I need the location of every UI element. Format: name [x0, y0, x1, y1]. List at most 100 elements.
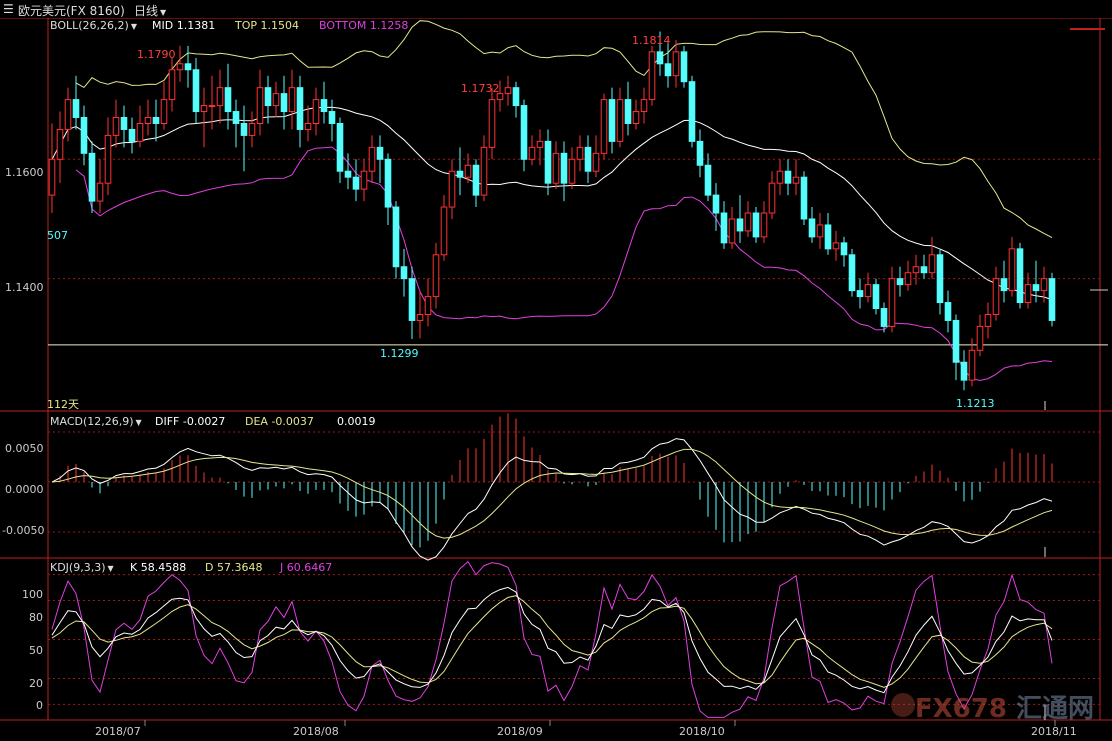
candle-body [560, 152, 568, 184]
candle-body [944, 302, 952, 321]
candle-body [568, 158, 576, 184]
macd-indicator-selector[interactable]: MACD(12,26,9) ▼ [50, 415, 142, 428]
candle-body [392, 206, 400, 268]
candle-body [632, 111, 640, 124]
candle-body [744, 212, 752, 232]
candle-body [1048, 278, 1056, 321]
candle-body [792, 176, 800, 184]
candle-body [344, 170, 352, 178]
kdj-k-line [51, 586, 1053, 694]
candle-body [48, 158, 56, 196]
candlestick-chart[interactable] [0, 0, 1112, 741]
candle-body [144, 117, 152, 124]
candle-body [248, 122, 256, 136]
candle-body [808, 218, 816, 238]
chevron-down-icon: ▼ [130, 22, 137, 31]
candle-body [856, 290, 864, 298]
candle-body [80, 117, 88, 154]
candle-body [840, 242, 848, 256]
candle-body [72, 99, 80, 119]
boll-top-line [75, 20, 1053, 239]
candle-body [128, 128, 136, 142]
macd-dea-line [51, 448, 1053, 539]
candle-body [408, 278, 416, 321]
watermark-emblem-icon [891, 693, 915, 717]
candle-body [328, 111, 336, 124]
candle-body [624, 99, 632, 124]
candle-body [336, 122, 344, 172]
candle-body [848, 254, 856, 292]
candle-body [512, 87, 520, 107]
candle-body [784, 170, 792, 184]
candle-body [592, 152, 600, 172]
candle-body [752, 212, 760, 238]
candle-body [472, 164, 480, 196]
candle-body [704, 164, 712, 196]
period-selector[interactable]: 日线 ▼ [134, 2, 166, 19]
candle-body [304, 122, 312, 130]
candle-body [360, 170, 368, 190]
price-tick-label: 1.1400 [5, 281, 44, 294]
candle-body [880, 308, 888, 327]
time-axis-label: 2018/07 [95, 725, 141, 738]
candle-body [640, 99, 648, 113]
time-axis-label: 2018/09 [497, 725, 543, 738]
candle-body [136, 122, 144, 142]
candle-body [976, 325, 984, 351]
candle-body [824, 224, 832, 250]
candle-body [288, 87, 296, 113]
kdj-tick-label: 20 [29, 677, 43, 690]
high-annotation: 1.1732 [461, 82, 500, 95]
candle-body [768, 182, 776, 214]
candle-body [608, 99, 616, 142]
candle-body [584, 146, 592, 172]
symbol-label[interactable]: 欧元美元(FX 8160) [18, 2, 125, 19]
candle-body [696, 140, 704, 166]
candle-body [552, 152, 560, 184]
candle-body [400, 266, 408, 280]
candle-body [920, 266, 928, 274]
candle-body [192, 69, 200, 113]
macd-diff-label: DIFF -0.0027 [155, 415, 226, 428]
candle-body [952, 319, 960, 363]
low-annotation: 1.1213 [956, 397, 995, 410]
kdj-indicator-selector[interactable]: KDJ(9,3,3) ▼ [50, 561, 114, 574]
candle-body [1024, 284, 1032, 304]
candle-body [448, 170, 456, 208]
candle-body [544, 140, 552, 184]
kdj-tick-label: 50 [29, 644, 43, 657]
candle-body [368, 146, 376, 172]
high-annotation: 1.1790 [137, 48, 176, 61]
candle-body [384, 158, 392, 208]
candle-body [648, 51, 656, 101]
candle-body [424, 296, 432, 315]
candle-body [56, 128, 64, 160]
candle-body [888, 278, 896, 327]
boll-bottom-label: BOTTOM 1.1258 [319, 19, 409, 32]
watermark-text: FX678 [914, 694, 1007, 724]
candle-body [528, 146, 536, 160]
high-annotation: 1.1814 [632, 34, 671, 47]
time-axis-label: 2018/11 [1031, 725, 1077, 738]
candle-body [152, 117, 160, 124]
kdj-tick-label: 0 [36, 699, 43, 712]
boll-mid-label: MID 1.1381 [152, 19, 216, 32]
boll-indicator-selector[interactable]: BOLL(26,26,2) ▼ [50, 19, 137, 32]
candle-body [64, 99, 72, 130]
candle-body [112, 117, 120, 136]
macd-tick-label: 0.0000 [5, 483, 44, 496]
menu-icon[interactable]: ☰ [3, 2, 14, 16]
candle-body [712, 194, 720, 214]
candle-body [160, 99, 168, 124]
macd-diff-line [51, 438, 1053, 561]
candle-body [800, 176, 808, 220]
days-count-label: 112天 [47, 398, 79, 411]
candle-body [832, 242, 840, 250]
candle-body [488, 99, 496, 148]
candle-body [184, 63, 192, 71]
candle-body [968, 349, 976, 381]
kdj-d-line [51, 595, 1053, 688]
watermark-logo: FX678 汇通网 [915, 688, 1094, 725]
candle-body [656, 51, 664, 65]
kdj-k-label: K 58.4588 [130, 561, 187, 574]
